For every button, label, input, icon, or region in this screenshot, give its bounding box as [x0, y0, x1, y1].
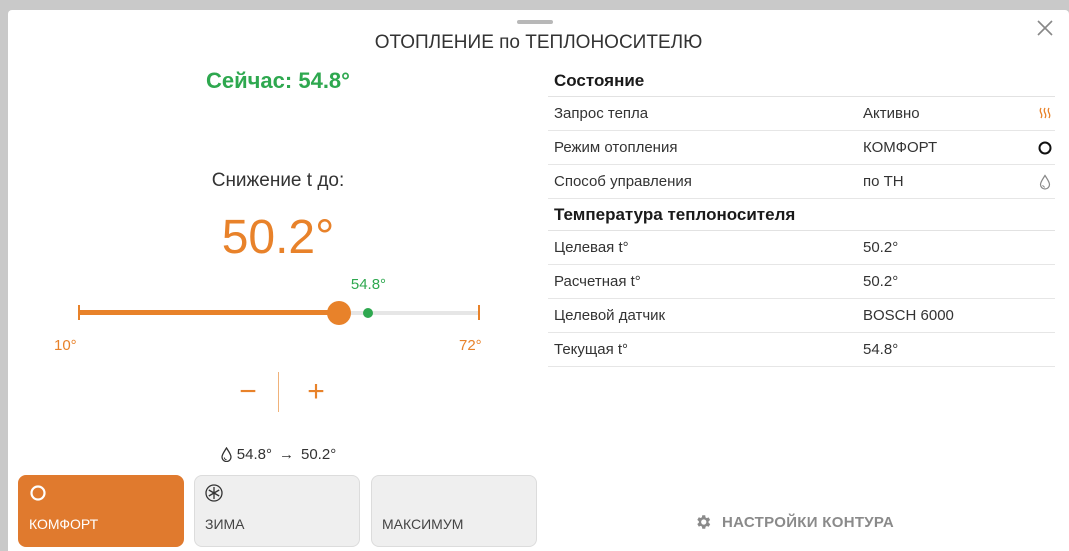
gear-icon [697, 515, 711, 529]
drop-icon [221, 447, 232, 462]
settings-label: НАСТРОЙКИ КОНТУРА [722, 513, 895, 531]
row-value: по ТН [863, 173, 904, 190]
temperature-summary: 54.8° → 50.2° [8, 446, 548, 463]
mode-button-comfort[interactable]: КОМФОРТ [18, 475, 184, 547]
close-icon[interactable] [1035, 18, 1055, 38]
row-label: Способ управления [554, 173, 692, 190]
stepper-divider [278, 372, 279, 412]
row-value: 54.8° [863, 341, 899, 358]
summary-from: 54.8° [236, 446, 272, 463]
row-label: Запрос тепла [554, 105, 649, 122]
coolant-section-title: Температура теплоносителя [548, 199, 1055, 231]
decrease-button[interactable]: − [228, 370, 268, 414]
status-row-heat-request: Запрос тепла Активно [548, 97, 1055, 131]
row-label: Целевая t° [554, 239, 629, 256]
reduce-label: Снижение t до: [211, 170, 345, 191]
row-label: Текущая t° [554, 341, 629, 358]
row-value: Активно [863, 105, 920, 122]
row-value: 50.2° [863, 239, 899, 256]
arrow-icon: → [279, 446, 294, 463]
snowflake-icon [205, 484, 223, 502]
coolant-row-sensor: Целевой датчик BOSCH 6000 [548, 299, 1055, 333]
status-panel: Состояние Запрос тепла Активно Режим ото… [548, 65, 1055, 367]
mode-label: КОМФОРТ [29, 516, 99, 532]
slider-max-label: 72° [459, 337, 482, 354]
row-value: 50.2° [863, 273, 899, 290]
current-temperature: Сейчас: 54.8° [206, 68, 350, 93]
summary-to: 50.2° [301, 446, 337, 463]
row-value: BOSCH 6000 [863, 307, 954, 324]
temperature-slider[interactable]: 54.8° [78, 276, 480, 330]
circuit-settings-button[interactable]: НАСТРОЙКИ КОНТУРА [694, 513, 894, 531]
coolant-row-current: Текущая t° 54.8° [548, 333, 1055, 367]
temperature-control: Сейчас: 54.8° Снижение t до: 50.2° 54.8°… [8, 60, 548, 480]
target-temperature: 50.2° [221, 211, 335, 264]
circle-icon [1023, 140, 1053, 156]
row-label: Расчетная t° [554, 273, 641, 290]
increase-button[interactable]: + [296, 370, 336, 414]
row-value: КОМФОРТ [863, 139, 938, 156]
mode-button-winter[interactable]: ЗИМА [194, 475, 360, 547]
dialog-title: ОТОПЛЕНИЕ по ТЕПЛОНОСИТЕЛЮ [374, 32, 703, 53]
slider-thumb[interactable] [326, 301, 351, 325]
mode-button-maximum[interactable]: МАКСИМУМ [371, 475, 537, 547]
temperature-stepper: − + [228, 370, 338, 414]
drop-icon [1023, 173, 1053, 190]
status-row-control-method: Способ управления по ТН [548, 165, 1055, 199]
slider-max-tick [478, 305, 480, 320]
mode-label: МАКСИМУМ [382, 516, 464, 532]
slider-current-marker [363, 308, 374, 318]
heating-dialog: ОТОПЛЕНИЕ по ТЕПЛОНОСИТЕЛЮ Сейчас: 54.8°… [8, 10, 1069, 551]
circle-icon [30, 485, 46, 501]
row-label: Режим отопления [554, 139, 678, 156]
status-row-heating-mode: Режим отопления КОМФОРТ [548, 131, 1055, 165]
slider-min-tick [78, 305, 80, 320]
coolant-row-target: Целевая t° 50.2° [548, 231, 1055, 265]
slider-fill [78, 310, 339, 315]
status-section-title: Состояние [548, 65, 1055, 97]
mode-label: ЗИМА [205, 516, 245, 532]
coolant-row-calculated: Расчетная t° 50.2° [548, 265, 1055, 299]
heat-waves-icon [1023, 106, 1053, 122]
slider-min-label: 10° [54, 337, 77, 354]
slider-current-label: 54.8° [350, 276, 387, 293]
row-label: Целевой датчик [554, 307, 666, 324]
drag-handle[interactable] [517, 20, 553, 24]
